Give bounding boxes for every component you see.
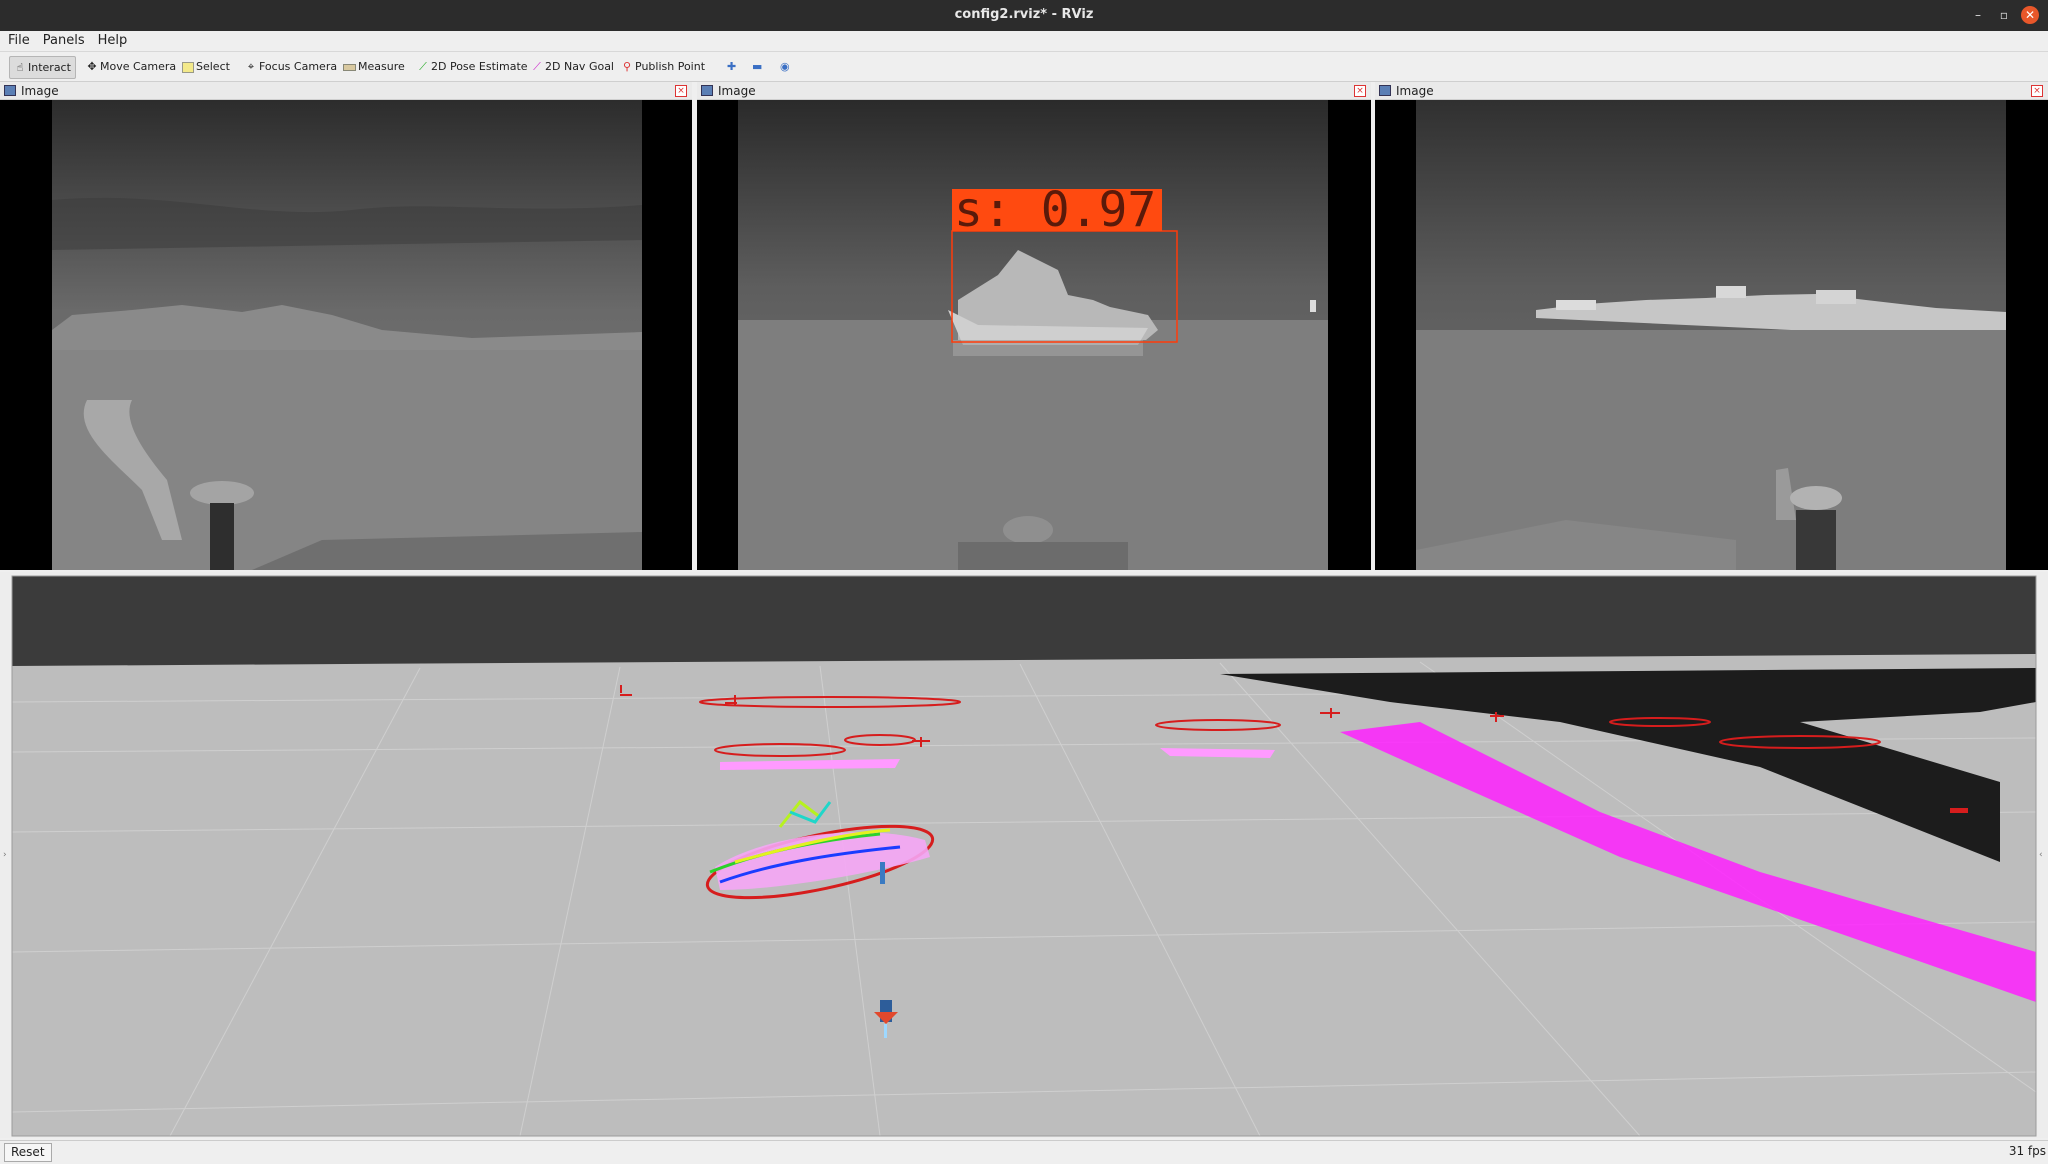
reset-button[interactable]: Reset <box>4 1143 52 1162</box>
detection-score-label: s: 0.97 <box>954 182 1156 238</box>
restore-icon[interactable]: ▫ <box>1994 5 2014 25</box>
minimize-icon[interactable]: – <box>1968 5 1988 25</box>
image-panel-2: Image × s: 0.97 <box>697 82 1371 570</box>
camera-image-left <box>52 100 642 570</box>
fps-readout: 31 fps <box>2008 1144 2046 1158</box>
panel-header: Image × <box>697 82 1371 100</box>
panel-header: Image × <box>1375 82 2048 100</box>
image-panel-1: Image × <box>0 82 692 570</box>
ruler-icon <box>343 63 356 71</box>
image-panel-icon <box>4 85 16 96</box>
menu-file[interactable]: File <box>0 31 35 48</box>
measure-button[interactable]: Measure <box>339 56 409 77</box>
move-camera-label: Move Camera <box>100 60 177 73</box>
panel-title: Image <box>1396 84 1434 98</box>
nav-goal-label: 2D Nav Goal <box>545 60 614 73</box>
crosshair-icon: ⌖ <box>247 60 255 73</box>
left-dock-handle[interactable]: › <box>3 850 7 860</box>
interact-label: Interact <box>28 61 71 74</box>
eye-icon: ◉ <box>780 60 790 73</box>
publish-point-label: Publish Point <box>635 60 706 73</box>
select-icon <box>182 61 194 73</box>
image-panel-3: Image × <box>1375 82 2048 570</box>
move-camera-button[interactable]: ✥ Move Camera <box>82 56 180 77</box>
minus-icon: ▬ <box>752 60 763 73</box>
focus-camera-button[interactable]: ⌖ Focus Camera <box>241 56 341 77</box>
map-pin-icon: ⚲ <box>622 60 632 73</box>
window-title: config2.rviz* - RViz <box>954 7 1094 22</box>
interact-tool-button[interactable]: ☝ Interact <box>9 56 76 79</box>
tool-properties-button[interactable]: ◉ <box>776 56 794 77</box>
add-tool-button[interactable]: ✚ <box>723 56 740 77</box>
window-titlebar: config2.rviz* - RViz – ▫ ✕ <box>0 0 2048 31</box>
status-bar: Reset 31 fps <box>0 1140 2048 1164</box>
close-panel-icon[interactable]: × <box>1354 85 1366 97</box>
camera-image-center: s: 0.97 <box>738 100 1328 570</box>
green-arrow-icon: ⟋ <box>419 60 427 73</box>
hand-icon: ☝ <box>16 61 24 74</box>
select-button[interactable]: Select <box>178 56 234 77</box>
nav-goal-button[interactable]: ⟋ 2D Nav Goal <box>527 56 618 77</box>
tool-bar: ☝ Interact ✥ Move Camera Select ⌖ Focus Cam… <box>0 52 2048 82</box>
remove-tool-button[interactable]: ▬ <box>748 56 766 77</box>
move-icon: ✥ <box>87 60 97 73</box>
menu-help[interactable]: Help <box>90 31 133 48</box>
plus-icon: ✚ <box>727 60 737 73</box>
image-panel-icon <box>701 85 713 96</box>
pose-estimate-button[interactable]: ⟋ 2D Pose Estimate <box>413 56 532 77</box>
close-icon[interactable]: ✕ <box>2021 6 2039 24</box>
panel-header: Image × <box>0 82 692 100</box>
panel-title: Image <box>718 84 756 98</box>
close-panel-icon[interactable]: × <box>675 85 687 97</box>
measure-label: Measure <box>358 60 405 73</box>
3d-render-viewport[interactable]: › ‹ <box>0 572 2048 1138</box>
right-dock-handle[interactable]: ‹ <box>2039 850 2043 860</box>
3d-scene[interactable] <box>0 572 2048 1138</box>
image-panel-icon <box>1379 85 1391 96</box>
magenta-arrow-icon: ⟋ <box>533 60 541 73</box>
pose-estimate-label: 2D Pose Estimate <box>431 60 528 73</box>
select-label: Select <box>196 60 230 73</box>
focus-camera-label: Focus Camera <box>259 60 338 73</box>
close-panel-icon[interactable]: × <box>2031 85 2043 97</box>
camera-image-right <box>1416 100 2006 570</box>
menu-panels[interactable]: Panels <box>35 31 90 48</box>
menu-bar: File Panels Help <box>0 31 2048 52</box>
publish-point-button[interactable]: ⚲ Publish Point <box>617 56 709 77</box>
panel-title: Image <box>21 84 59 98</box>
